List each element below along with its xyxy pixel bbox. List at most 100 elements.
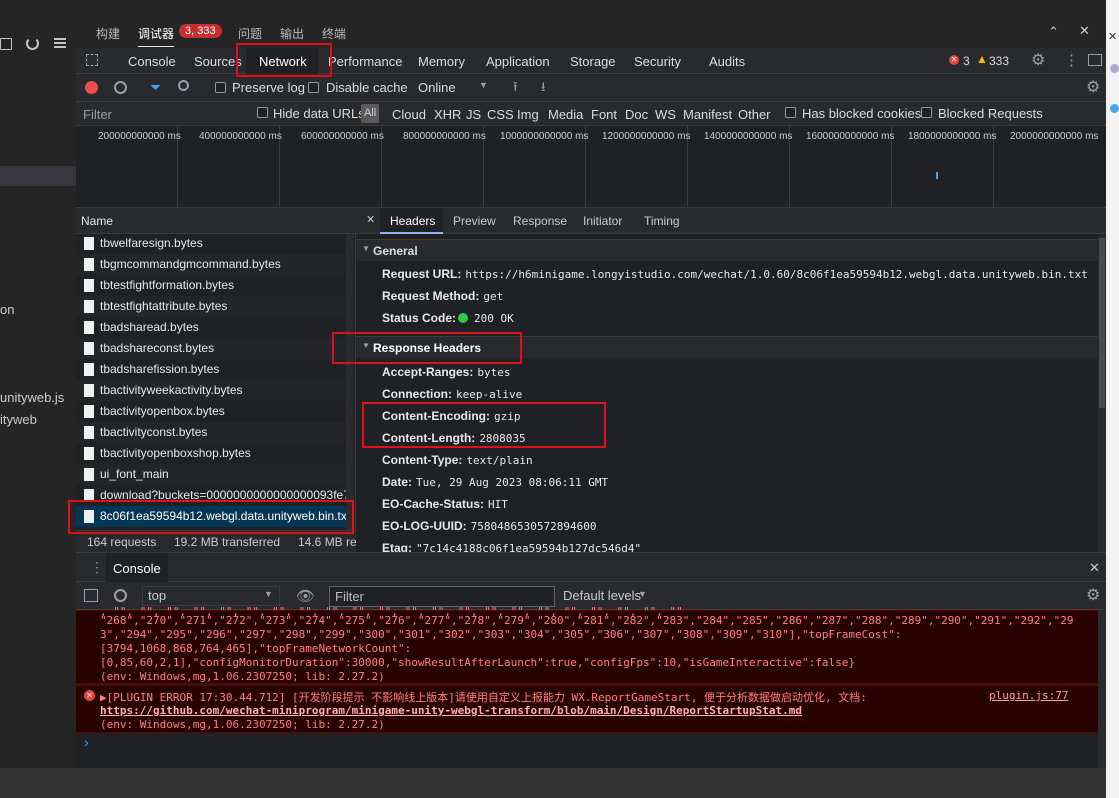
tab-timing[interactable]: Timing xyxy=(644,214,680,228)
tab-performance[interactable]: Performance xyxy=(328,54,402,69)
name-column-header[interactable]: Name xyxy=(81,214,113,228)
type-filter-all[interactable]: All xyxy=(364,107,376,119)
request-row[interactable]: tbactivityopenboxshop.bytes xyxy=(76,443,346,464)
type-filter-doc[interactable]: Doc xyxy=(625,107,648,122)
response-headers-section-header[interactable]: ▼ Response Headers xyxy=(356,336,1098,358)
settings-gear-icon[interactable]: ⚙ xyxy=(1031,50,1045,70)
disable-cache-checkbox[interactable] xyxy=(308,82,319,93)
drawer-tab-console[interactable]: Console xyxy=(113,561,161,576)
details-scrollbar-thumb[interactable] xyxy=(1099,238,1105,408)
chevron-down-icon[interactable]: ▼ xyxy=(264,589,273,599)
refresh-icon[interactable] xyxy=(26,37,39,50)
hide-data-urls-checkbox[interactable] xyxy=(257,107,268,118)
console-filter-input[interactable]: Filter xyxy=(335,589,364,604)
type-filter-css[interactable]: CSS xyxy=(487,107,514,122)
error-count[interactable]: 3 xyxy=(963,54,970,68)
type-filter-font[interactable]: Font xyxy=(591,107,617,122)
request-row[interactable]: ui_font_main xyxy=(76,464,346,485)
type-filter-other[interactable]: Other xyxy=(738,107,771,122)
eye-icon[interactable]: 👁 xyxy=(296,587,315,605)
tab-response[interactable]: Response xyxy=(513,214,567,228)
tab-build[interactable]: 构建 xyxy=(96,25,120,42)
request-list-header[interactable]: Name xyxy=(76,208,356,234)
context-select[interactable]: top xyxy=(148,588,166,603)
sidebar-toggle-icon[interactable] xyxy=(84,589,98,602)
type-filter-img[interactable]: Img xyxy=(517,107,539,122)
tab-memory[interactable]: Memory xyxy=(418,54,465,69)
tab-security[interactable]: Security xyxy=(634,54,681,69)
sidebar-item-on[interactable]: on xyxy=(0,302,14,317)
type-filter-media[interactable]: Media xyxy=(548,107,583,122)
network-settings-icon[interactable]: ⚙ xyxy=(1086,77,1100,97)
chevron-down-icon[interactable]: ▼ xyxy=(638,589,647,599)
close-panel-icon[interactable]: ✕ xyxy=(1079,23,1090,39)
sidebar-selected-row[interactable] xyxy=(0,166,76,186)
has-blocked-cookies-checkbox[interactable] xyxy=(785,107,796,118)
collapse-icon[interactable] xyxy=(54,38,66,40)
request-row[interactable]: tbwelfaresign.bytes xyxy=(76,233,346,254)
request-row[interactable]: tbtestfightformation.bytes xyxy=(76,275,346,296)
preserve-log-checkbox[interactable] xyxy=(215,82,226,93)
tab-output[interactable]: 输出 xyxy=(280,25,304,42)
new-folder-icon[interactable] xyxy=(0,38,12,50)
warning-count[interactable]: 333 xyxy=(989,54,1009,68)
type-filter-manifest[interactable]: Manifest xyxy=(683,107,732,122)
chevron-up-icon[interactable]: ⌃ xyxy=(1048,24,1059,40)
tab-storage[interactable]: Storage xyxy=(570,54,616,69)
clear-icon[interactable] xyxy=(114,81,127,94)
console-message-log[interactable]: , "", "", "", "", "", "", "", "", "", ""… xyxy=(76,605,1106,684)
tab-terminal[interactable]: 终端 xyxy=(322,25,346,42)
sidebar-item-unityweb[interactable]: ityweb xyxy=(0,412,37,427)
tab-application[interactable]: Application xyxy=(486,54,550,69)
close-details-icon[interactable]: ✕ xyxy=(366,213,375,226)
error-doc-link[interactable]: https://github.com/wechat-miniprogram/mi… xyxy=(100,704,802,717)
request-row[interactable]: tbactivityweekactivity.bytes xyxy=(76,380,346,401)
console-scrollbar[interactable] xyxy=(1098,610,1106,768)
general-section-header[interactable]: ▼ General xyxy=(356,239,1098,261)
console-message-error[interactable]: ✕ ▶[PLUGIN ERROR 17:30.44.712] [开发阶段提示 不… xyxy=(76,685,1106,733)
inspect-element-icon[interactable] xyxy=(86,54,98,66)
tab-initiator[interactable]: Initiator xyxy=(583,214,622,228)
tab-preview[interactable]: Preview xyxy=(453,214,496,228)
request-row[interactable]: tbactivityopenbox.bytes xyxy=(76,401,346,422)
console-prompt[interactable]: › xyxy=(84,734,89,750)
tab-problems[interactable]: 问题 xyxy=(238,25,262,42)
drawer-menu-icon[interactable]: ⋮ xyxy=(90,559,104,576)
request-row-selected[interactable]: 8c06f1ea59594b12.webgl.data.unityweb.bin… xyxy=(76,506,346,527)
import-har-icon[interactable]: ⭱ xyxy=(513,78,518,100)
tab-audits[interactable]: Audits xyxy=(709,54,745,69)
sidebar-item-unityweb-js[interactable]: unityweb.js xyxy=(0,390,64,405)
tab-console[interactable]: Console xyxy=(128,54,176,69)
request-row[interactable]: tbtestfightattribute.bytes xyxy=(76,296,346,317)
request-row[interactable]: tbadsharefission.bytes xyxy=(76,359,346,380)
type-filter-xhr[interactable]: XHR xyxy=(434,107,461,122)
error-source-link[interactable]: plugin.js:77 xyxy=(989,689,1068,702)
throttling-select[interactable]: Online xyxy=(418,80,456,95)
request-row[interactable]: tbadsharead.bytes xyxy=(76,317,346,338)
more-options-icon[interactable]: ⋮ xyxy=(1064,51,1079,69)
tab-debugger[interactable]: 调试器 xyxy=(138,25,175,47)
dock-icon[interactable] xyxy=(1088,54,1102,66)
request-row[interactable]: tbactivityconst.bytes xyxy=(76,422,346,443)
type-filter-js[interactable]: JS xyxy=(466,107,481,122)
close-icon[interactable]: ✕ xyxy=(1108,30,1117,43)
network-filter-input[interactable]: Filter xyxy=(83,107,112,122)
tab-network[interactable]: Network xyxy=(259,54,307,69)
request-row[interactable]: tbadshareconst.bytes xyxy=(76,338,346,359)
blocked-requests-checkbox[interactable] xyxy=(921,107,932,118)
filter-funnel-icon[interactable]: ⏷ xyxy=(150,79,161,96)
export-har-icon[interactable]: ⭳ xyxy=(541,78,546,100)
chevron-down-icon[interactable]: ▼ xyxy=(479,80,488,90)
clear-console-icon[interactable] xyxy=(114,589,127,602)
type-filter-cloud[interactable]: Cloud xyxy=(392,107,426,122)
request-list-scrollbar[interactable] xyxy=(346,234,354,530)
console-settings-icon[interactable]: ⚙ xyxy=(1086,585,1100,605)
search-icon[interactable] xyxy=(178,80,189,91)
record-icon[interactable] xyxy=(85,81,98,94)
tab-headers[interactable]: Headers xyxy=(390,214,435,228)
close-drawer-icon[interactable]: ✕ xyxy=(1089,560,1100,576)
network-overview-timeline[interactable]: 200000000000 ms 400000000000 ms 60000000… xyxy=(76,126,1106,208)
tab-sources[interactable]: Sources xyxy=(194,54,242,69)
request-row[interactable]: tbgmcommandgmcommand.bytes xyxy=(76,254,346,275)
log-levels-select[interactable]: Default levels xyxy=(563,588,641,603)
